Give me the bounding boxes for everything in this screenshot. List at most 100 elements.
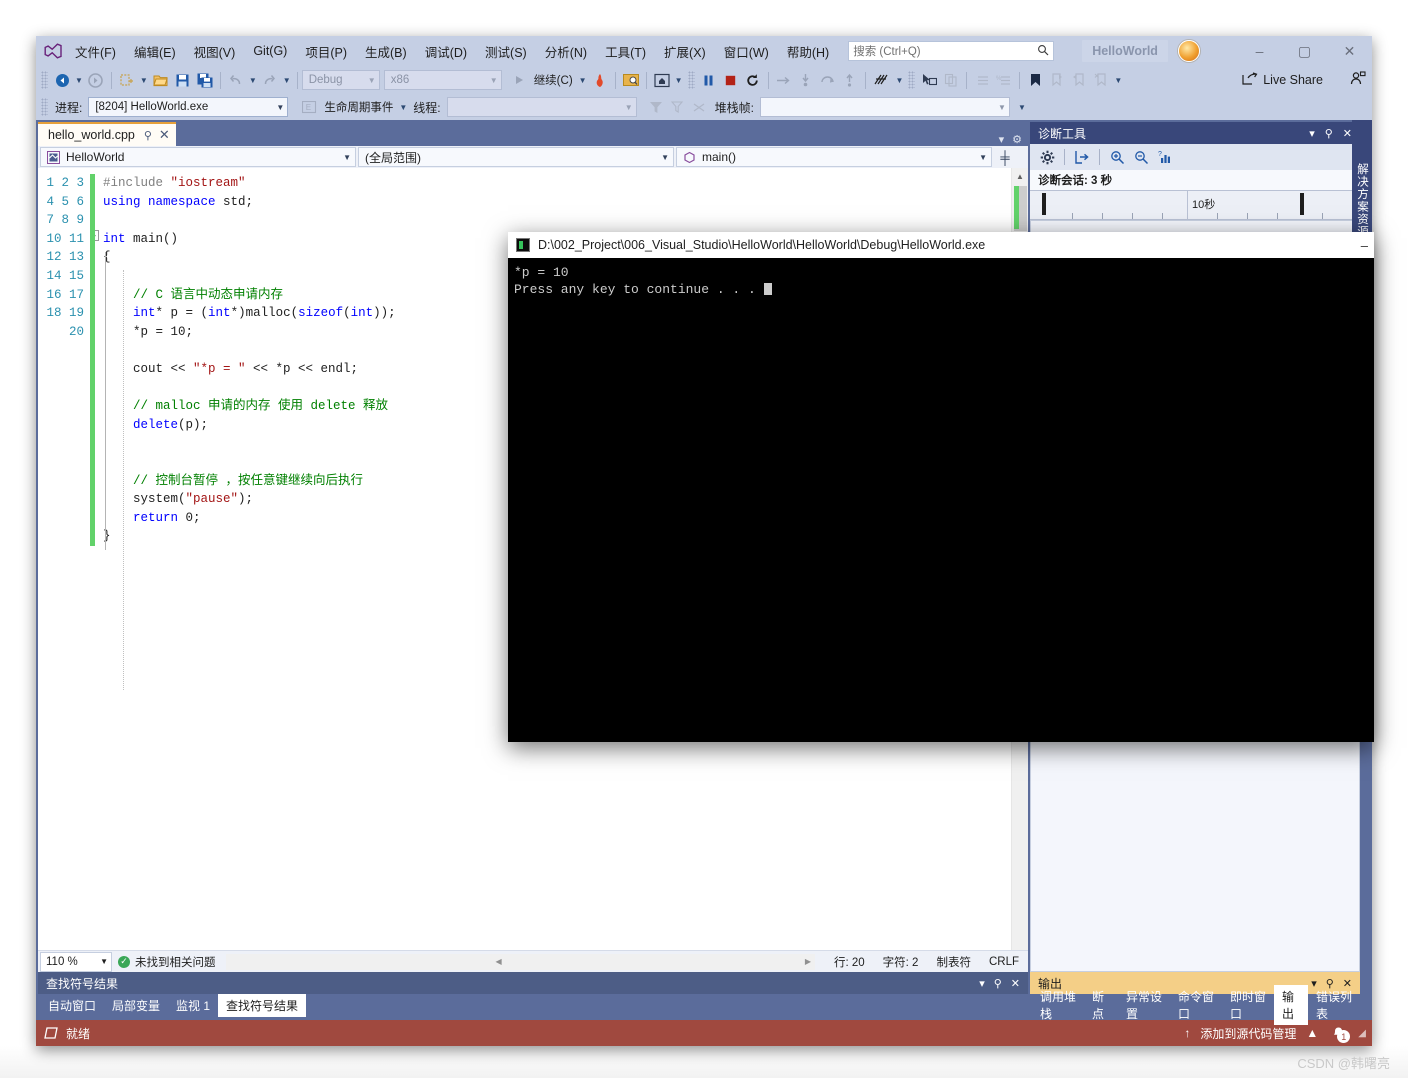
toolbar-grip-2[interactable]: [687, 71, 695, 89]
attach-to-process-icon[interactable]: [620, 69, 642, 91]
menu-item-extensions[interactable]: 扩展(X): [655, 38, 715, 65]
lifecycle-events-icon[interactable]: E: [298, 96, 320, 118]
zoom-in-icon[interactable]: [1106, 147, 1128, 168]
threads-view-icon[interactable]: [870, 69, 894, 91]
pin-icon[interactable]: ⚲: [144, 129, 152, 142]
panel-dropdown-icon[interactable]: ▾: [979, 977, 985, 990]
lifecycle-events-label[interactable]: 生命周期事件: [320, 99, 397, 115]
window-dropdown-icon[interactable]: ▼: [673, 76, 685, 85]
menu-item-help[interactable]: 帮助(H): [778, 38, 838, 65]
source-control-caret-icon[interactable]: ▲: [1306, 1026, 1318, 1040]
undo-dropdown-icon[interactable]: ▼: [247, 76, 259, 85]
close-icon[interactable]: ✕: [1011, 977, 1020, 990]
menu-item-debug[interactable]: 调试(D): [416, 38, 476, 65]
toolbar-overflow-icon[interactable]: ▼: [1112, 76, 1124, 85]
chart-icon[interactable]: ?: [1154, 147, 1176, 168]
pin-icon[interactable]: ⚲: [1325, 127, 1333, 140]
tab-call-stack[interactable]: 调用堆栈: [1032, 985, 1084, 1025]
debug-toolbar-overflow-icon[interactable]: ▼: [1016, 103, 1028, 112]
account-avatar[interactable]: [1177, 40, 1200, 62]
filter-dropdown-icon[interactable]: [667, 96, 689, 118]
search-input[interactable]: 搜索 (Ctrl+Q): [848, 41, 1055, 61]
minimize-button[interactable]: –: [1237, 37, 1282, 65]
step-into-icon[interactable]: [795, 69, 817, 91]
console-window[interactable]: D:\002_Project\006_Visual_Studio\HelloWo…: [508, 232, 1374, 742]
menu-item-edit[interactable]: 编辑(E): [125, 38, 185, 65]
navigate-back-dropdown-icon[interactable]: ▼: [73, 76, 85, 85]
stack-frame-combo[interactable]: ▼: [759, 97, 1010, 117]
close-icon[interactable]: ✕: [159, 127, 170, 143]
process-combo[interactable]: [8204] HelloWorld.exe ▼: [88, 97, 289, 117]
solution-config-combo[interactable]: Debug ▼: [301, 70, 380, 90]
comment-lines-icon[interactable]: [971, 69, 993, 91]
step-over-icon[interactable]: [817, 69, 839, 91]
fold-collapse-icon[interactable]: –: [95, 229, 99, 241]
editor-horizontal-scrollbar[interactable]: ◀ ▶: [225, 953, 815, 970]
threads-dropdown-icon[interactable]: ▼: [894, 76, 906, 85]
scroll-right-arrow-icon[interactable]: ▶: [805, 957, 815, 966]
share-user-icon[interactable]: [1350, 71, 1366, 89]
tab-autos[interactable]: 自动窗口: [40, 994, 104, 1017]
export-icon[interactable]: [1071, 147, 1093, 168]
zoom-out-icon[interactable]: [1130, 147, 1152, 168]
undo-icon[interactable]: [225, 69, 247, 91]
solution-platform-combo[interactable]: x86 ▼: [383, 70, 502, 90]
toolbar-grip[interactable]: [41, 71, 48, 89]
lifecycle-dropdown-icon[interactable]: ▼: [397, 103, 409, 112]
scope-function-combo[interactable]: main() ▼: [676, 147, 992, 167]
flag-threads-icon[interactable]: [689, 96, 711, 118]
menu-item-tools[interactable]: 工具(T): [596, 38, 655, 65]
tab-watch-1[interactable]: 监视 1: [168, 994, 218, 1017]
tab-dropdown-icon[interactable]: ▾: [999, 133, 1005, 146]
panel-dropdown-icon[interactable]: ▾: [1309, 127, 1315, 140]
new-item-icon[interactable]: [116, 69, 138, 91]
menu-item-view[interactable]: 视图(V): [185, 38, 245, 65]
tab-immediate-window[interactable]: 即时窗口: [1222, 985, 1274, 1025]
select-tool-icon[interactable]: [918, 69, 940, 91]
tab-settings-gear-icon[interactable]: ⚙: [1012, 133, 1022, 146]
open-file-icon[interactable]: [150, 69, 172, 91]
clear-bookmarks-icon[interactable]: [1090, 69, 1112, 91]
continue-label[interactable]: 继续(C): [530, 72, 577, 88]
tab-find-symbol-results[interactable]: 查找符号结果: [218, 993, 307, 1017]
tab-exception-settings[interactable]: 异常设置: [1118, 985, 1170, 1025]
console-minimize-button[interactable]: –: [1361, 238, 1374, 253]
navigate-back-icon[interactable]: [51, 69, 73, 91]
close-icon[interactable]: ✕: [1343, 127, 1352, 140]
live-share-button[interactable]: Live Share: [1242, 71, 1372, 89]
redo-dropdown-icon[interactable]: ▼: [281, 76, 293, 85]
menu-item-build[interactable]: 生成(B): [356, 38, 416, 65]
proc-toolbar-grip[interactable]: [41, 98, 48, 116]
hot-reload-icon[interactable]: [589, 69, 611, 91]
tab-error-list[interactable]: 错误列表: [1308, 985, 1360, 1025]
show-next-statement-icon[interactable]: [773, 69, 795, 91]
split-editor-icon[interactable]: ╪: [994, 150, 1016, 165]
menu-item-project[interactable]: 项目(P): [296, 38, 356, 65]
tab-output[interactable]: 输出: [1274, 985, 1308, 1025]
tab-locals[interactable]: 局部变量: [104, 994, 168, 1017]
menu-item-analyze[interactable]: 分析(N): [536, 38, 596, 65]
save-icon[interactable]: [172, 69, 194, 91]
prev-bookmark-icon[interactable]: [1068, 69, 1090, 91]
uncomment-lines-icon[interactable]: %: [993, 69, 1015, 91]
scope-global-combo[interactable]: (全局范围) ▼: [358, 147, 674, 167]
redo-icon[interactable]: [259, 69, 281, 91]
tab-command-window[interactable]: 命令窗口: [1170, 985, 1222, 1025]
menu-item-git[interactable]: Git(G): [244, 40, 296, 62]
zoom-level-combo[interactable]: 110 % ▼: [40, 951, 112, 972]
toolbar-grip-3[interactable]: [908, 71, 916, 89]
pin-icon[interactable]: ⚲: [994, 977, 1002, 990]
stop-debugging-icon[interactable]: [720, 69, 742, 91]
document-tab-hello-world-cpp[interactable]: hello_world.cpp ⚲ ✕: [38, 122, 176, 146]
console-title-bar[interactable]: D:\002_Project\006_Visual_Studio\HelloWo…: [508, 232, 1374, 258]
next-bookmark-icon[interactable]: [1046, 69, 1068, 91]
scroll-left-arrow-icon[interactable]: ◀: [226, 957, 502, 966]
break-all-icon[interactable]: [698, 69, 720, 91]
scope-project-combo[interactable]: HelloWorld ▼: [40, 147, 356, 167]
navigate-forward-icon[interactable]: [85, 69, 107, 91]
tab-breakpoints[interactable]: 断点: [1084, 985, 1118, 1025]
scroll-up-arrow-icon[interactable]: ▲: [1012, 168, 1028, 184]
continue-play-icon[interactable]: [508, 69, 530, 91]
copy-stack-icon[interactable]: [940, 69, 962, 91]
maximize-button[interactable]: ▢: [1282, 37, 1327, 65]
